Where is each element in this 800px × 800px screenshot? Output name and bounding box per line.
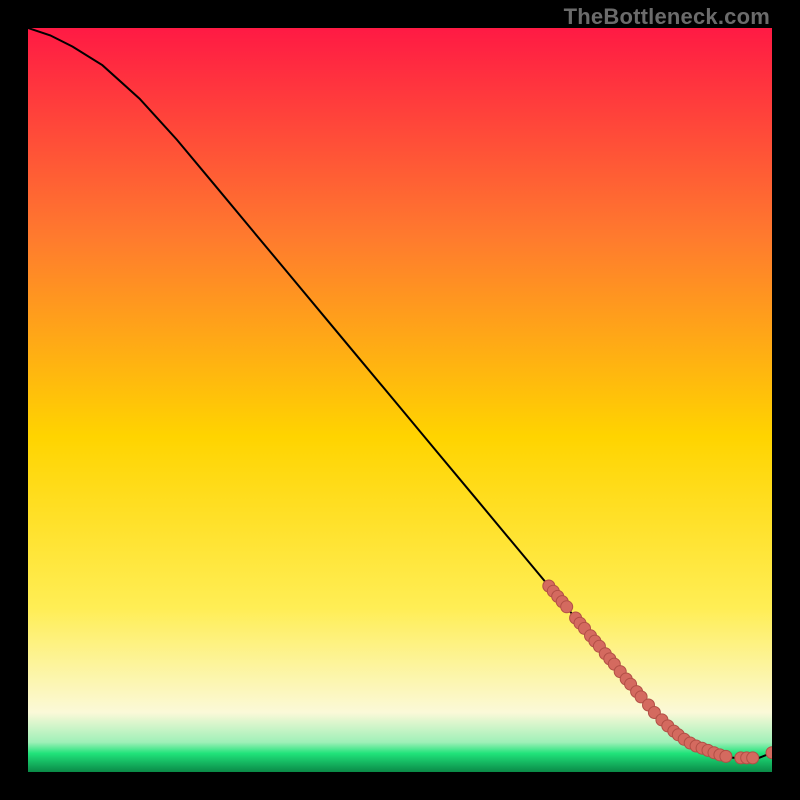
plot-area [28,28,772,772]
chart-stage: TheBottleneck.com [0,0,800,800]
plot-svg [28,28,772,772]
data-marker [720,750,732,762]
data-marker [747,752,759,764]
gradient-background [28,28,772,772]
watermark-label: TheBottleneck.com [564,4,770,30]
data-marker [561,601,573,613]
